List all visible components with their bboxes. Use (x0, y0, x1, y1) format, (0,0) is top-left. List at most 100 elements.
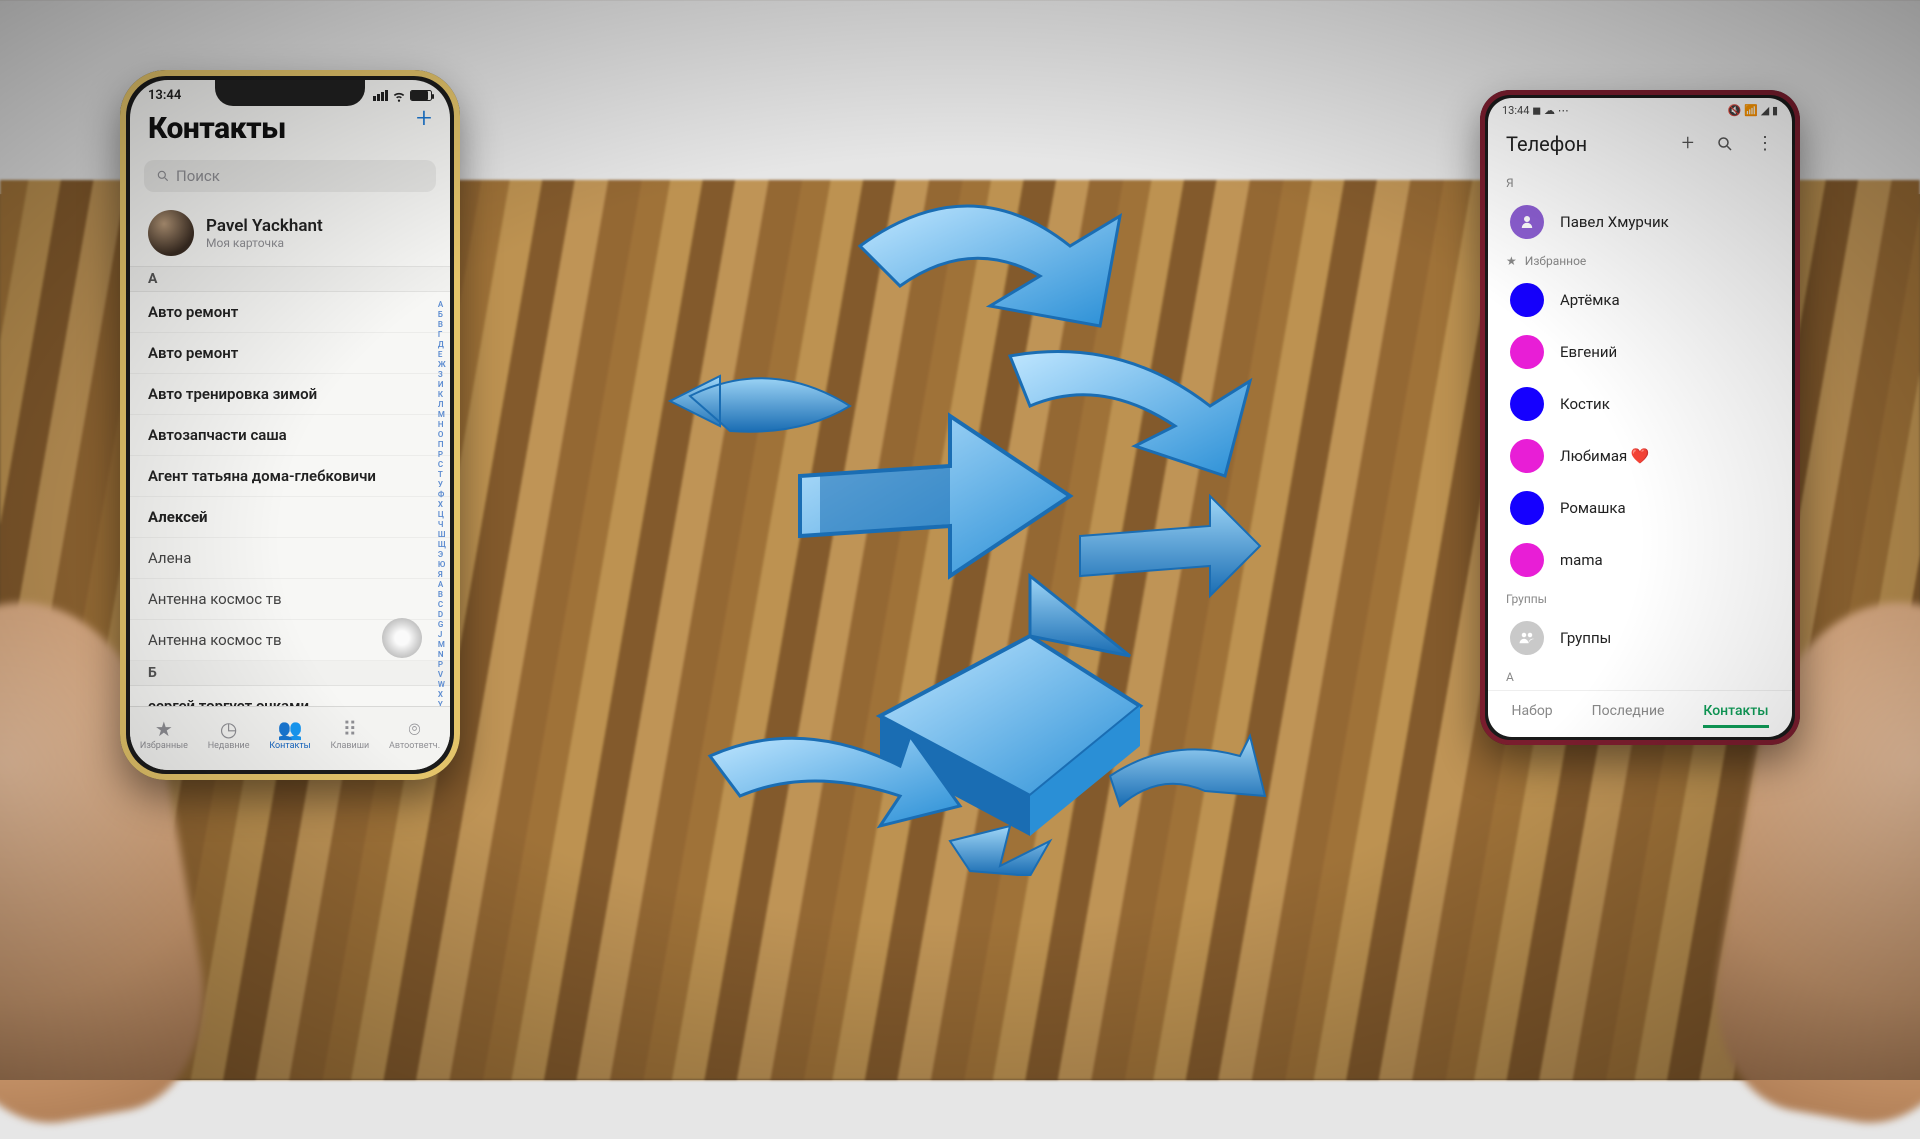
index-letter[interactable]: Б (438, 310, 446, 319)
assistive-touch-button[interactable] (382, 618, 422, 658)
index-letter[interactable]: N (438, 650, 446, 659)
avatar (1510, 491, 1544, 525)
contact-row[interactable]: Агент татьяна дома-глебковичи (130, 456, 450, 497)
add-button[interactable]: + (1682, 131, 1694, 156)
avatar (1510, 283, 1544, 317)
contact-name: mama (1560, 551, 1603, 569)
index-letter[interactable]: X (438, 690, 446, 699)
battery-icon (410, 90, 432, 101)
index-letter[interactable]: P (438, 660, 446, 669)
contact-row[interactable]: Автозапчасти саша (130, 415, 450, 456)
index-letter[interactable]: Ф (438, 490, 446, 499)
search-icon (156, 169, 170, 183)
index-letter[interactable]: W (438, 680, 446, 689)
search-input[interactable]: Поиск (144, 160, 436, 192)
avatar (1510, 335, 1544, 369)
avatar (1510, 205, 1544, 239)
android-header: Телефон + ⋮ (1488, 123, 1792, 170)
index-letter[interactable]: З (438, 370, 446, 379)
index-letter[interactable]: Д (438, 340, 446, 349)
contact-row[interactable]: Алексей (130, 497, 450, 538)
index-letter[interactable]: Т (438, 470, 446, 479)
add-contact-button[interactable]: + (416, 101, 432, 134)
index-letter[interactable]: И (438, 380, 446, 389)
tab-Клавиши[interactable]: ⠿Клавиши (330, 719, 369, 751)
alpha-index[interactable]: АБВГДЕЖЗИКЛМНОПРСТУФХЦЧШЩЭЮЯABCDGJMNPVWX… (438, 300, 446, 729)
index-letter[interactable]: Е (438, 350, 446, 359)
index-letter[interactable]: Н (438, 420, 446, 429)
index-letter[interactable]: B (438, 590, 446, 599)
index-letter[interactable]: В (438, 320, 446, 329)
tab-Избранные[interactable]: ★Избранные (140, 719, 188, 751)
index-letter[interactable]: Я (438, 570, 446, 579)
index-letter[interactable]: V (438, 670, 446, 679)
android-title: Телефон (1506, 132, 1587, 156)
index-letter[interactable]: Р (438, 450, 446, 459)
contact-name: Костик (1560, 395, 1610, 413)
index-letter[interactable]: Ю (438, 560, 446, 569)
android-tabs: Набор Последние Контакты (1488, 690, 1792, 737)
groups-icon (1510, 621, 1544, 655)
groups-label: Группы (1560, 629, 1611, 647)
tab-Недавние[interactable]: ◷Недавние (208, 719, 250, 751)
my-profile-row[interactable]: Павел Хмурчик (1488, 196, 1792, 248)
favorite-row[interactable]: Любимая ❤️ (1488, 430, 1792, 482)
index-letter[interactable]: К (438, 390, 446, 399)
index-letter[interactable]: О (438, 430, 446, 439)
avatar (1510, 439, 1544, 473)
index-letter[interactable]: Х (438, 500, 446, 509)
groups-row[interactable]: Группы (1488, 612, 1792, 664)
contact-name: Евгений (1560, 343, 1617, 361)
tab-Автоответч.[interactable]: ⌾Автоответч. (389, 719, 440, 751)
tab-Контакты[interactable]: 👥Контакты (269, 719, 310, 751)
tab-Последние[interactable]: Последние (1592, 703, 1665, 728)
page-title: Контакты (148, 111, 432, 146)
contact-name: Артёмка (1560, 291, 1620, 309)
index-letter[interactable]: С (438, 460, 446, 469)
contact-row[interactable]: Авто ремонт (130, 333, 450, 374)
index-letter[interactable]: А (438, 300, 446, 309)
ios-header: + Контакты (130, 103, 450, 152)
index-letter[interactable]: У (438, 480, 446, 489)
section-me: Я (1488, 170, 1792, 196)
my-card-name: Pavel Yackhant (206, 216, 323, 236)
index-letter[interactable]: М (438, 410, 446, 419)
index-letter[interactable]: Г (438, 330, 446, 339)
index-letter[interactable]: П (438, 440, 446, 449)
search-icon[interactable] (1716, 135, 1734, 153)
my-profile-name: Павел Хмурчик (1560, 213, 1669, 231)
android-device: 13:44 ◼ ☁ ⋯ 🔇 📶 ◢ ▮ Телефон + ⋮ Я Павел … (1480, 90, 1800, 745)
tab-label: Контакты (269, 741, 310, 751)
index-letter[interactable]: M (438, 640, 446, 649)
favorite-row[interactable]: mama (1488, 534, 1792, 586)
tab-label: Автоответч. (389, 741, 440, 751)
index-letter[interactable]: C (438, 600, 446, 609)
section-letter: А (1488, 664, 1792, 690)
favorite-row[interactable]: Ромашка (1488, 482, 1792, 534)
favorite-row[interactable]: Артёмка (1488, 274, 1792, 326)
my-card-row[interactable]: Pavel Yackhant Моя карточка (130, 202, 450, 267)
index-letter[interactable]: Э (438, 550, 446, 559)
iphone-notch (215, 80, 365, 106)
contact-row[interactable]: Антенна космос тв (130, 579, 450, 620)
index-letter[interactable]: D (438, 610, 446, 619)
index-letter[interactable]: Л (438, 400, 446, 409)
index-letter[interactable]: Ц (438, 510, 446, 519)
index-letter[interactable]: Ч (438, 520, 446, 529)
contact-row[interactable]: Авто тренировка зимой (130, 374, 450, 415)
index-letter[interactable]: A (438, 580, 446, 589)
favorite-row[interactable]: Евгений (1488, 326, 1792, 378)
tab-label: Клавиши (330, 741, 369, 751)
index-letter[interactable]: Щ (438, 540, 446, 549)
tab-Контакты[interactable]: Контакты (1703, 703, 1768, 728)
tab-Набор[interactable]: Набор (1511, 703, 1552, 728)
index-letter[interactable]: J (438, 630, 446, 639)
contacts-list[interactable]: ААвто ремонтАвто ремонтАвто тренировка з… (130, 267, 450, 768)
index-letter[interactable]: Ж (438, 360, 446, 369)
more-icon[interactable]: ⋮ (1756, 133, 1774, 154)
contact-row[interactable]: Алена (130, 538, 450, 579)
favorite-row[interactable]: Костик (1488, 378, 1792, 430)
contact-row[interactable]: Авто ремонт (130, 292, 450, 333)
index-letter[interactable]: G (438, 620, 446, 629)
index-letter[interactable]: Ш (438, 530, 446, 539)
